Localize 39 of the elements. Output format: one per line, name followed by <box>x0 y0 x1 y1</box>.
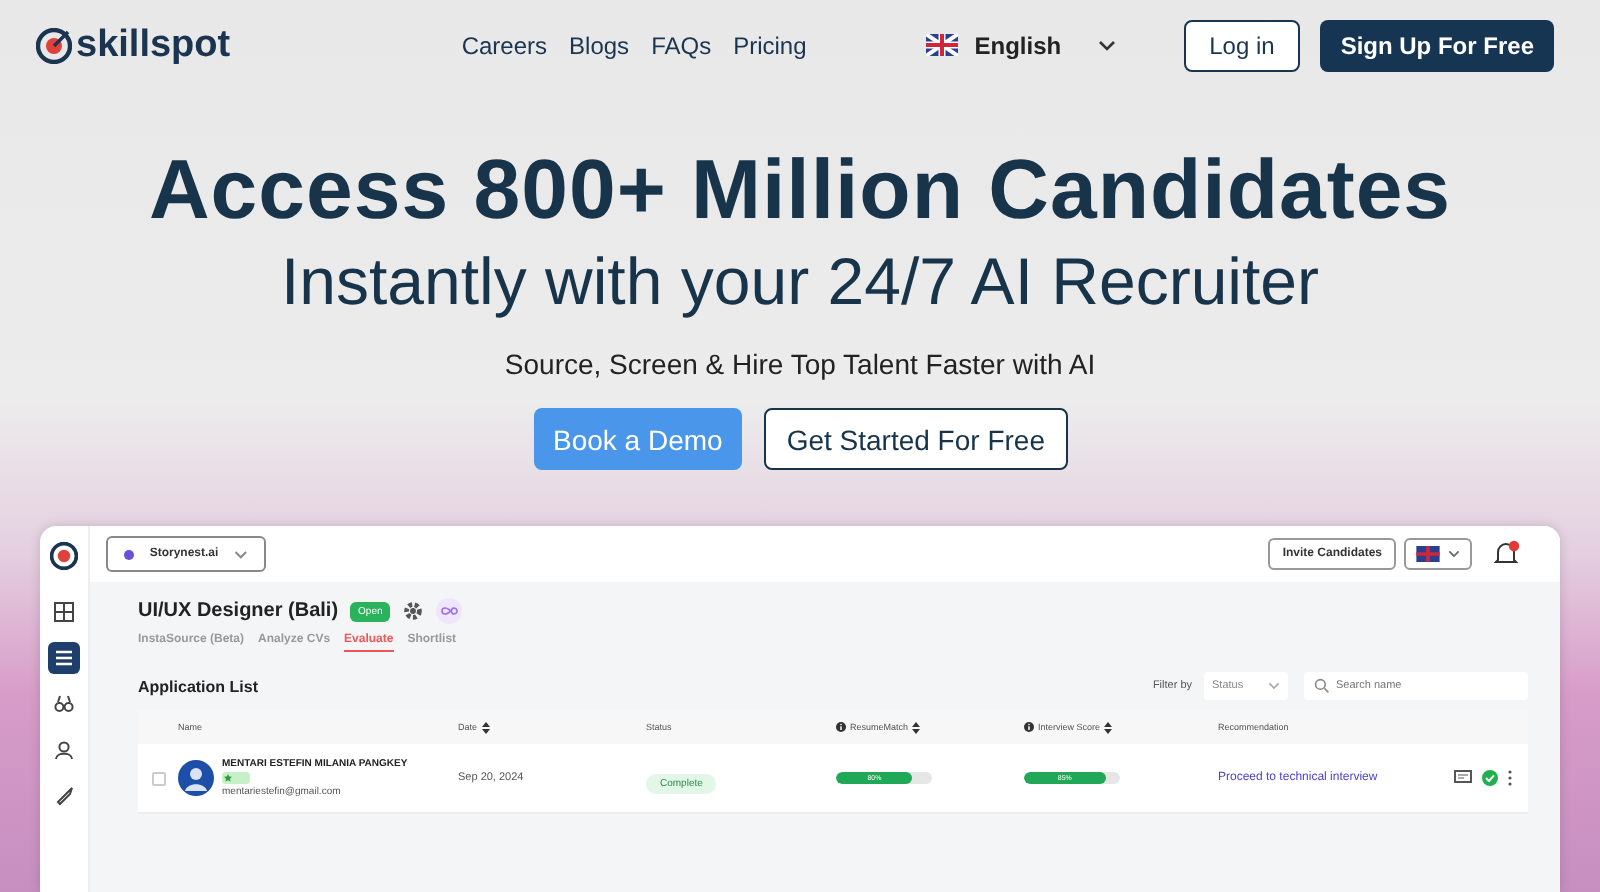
info-icon <box>836 722 846 732</box>
target-logo-icon <box>50 542 78 570</box>
info-icon <box>1024 722 1034 732</box>
sort-icon[interactable] <box>1104 721 1113 733</box>
brand-name[interactable]: skillspot <box>76 23 231 67</box>
chat-icon[interactable] <box>1454 770 1472 786</box>
login-button[interactable]: Log in <box>1183 19 1301 71</box>
avatar-icon <box>178 760 214 796</box>
flag-icon <box>1416 546 1440 562</box>
target-logo-icon <box>36 27 72 63</box>
signup-button[interactable]: Sign Up For Free <box>1320 19 1554 71</box>
sort-icon[interactable] <box>912 721 921 733</box>
language-select[interactable] <box>1404 538 1472 570</box>
list-title: Application List <box>138 677 258 695</box>
language-label[interactable]: English <box>974 31 1062 59</box>
settings-icon[interactable] <box>402 600 425 622</box>
hero-subtitle: Instantly with your 24/7 AI Recruiter <box>280 242 1320 322</box>
chevron-down-icon <box>1448 550 1460 558</box>
chevron-down-icon[interactable] <box>1097 39 1116 51</box>
nav-link[interactable]: Pricing <box>733 31 807 59</box>
nav-link[interactable]: Careers <box>461 31 548 59</box>
chevron-down-icon <box>1268 682 1280 690</box>
row-checkbox[interactable] <box>152 771 166 785</box>
nav-link[interactable]: Blogs <box>569 31 630 59</box>
grid-icon[interactable] <box>48 596 80 628</box>
job-title: UI/UX Designer (Bali) <box>138 600 339 622</box>
nav-link[interactable]: FAQs <box>651 31 712 59</box>
hero-title: Access 800+ Million Candidates <box>148 140 1452 240</box>
search-icon <box>1314 678 1330 694</box>
bell-icon[interactable] <box>1492 540 1520 568</box>
star-tag-icon <box>222 772 250 784</box>
flag-icon <box>926 34 959 56</box>
infinity-icon[interactable] <box>436 598 463 624</box>
check-circle-icon[interactable] <box>1482 770 1498 786</box>
chevron-down-icon <box>234 549 248 559</box>
sort-icon[interactable] <box>481 721 490 733</box>
get-started-button[interactable]: Get Started For Free <box>764 408 1067 470</box>
list-icon[interactable] <box>48 642 80 674</box>
hero-tagline: Source, Screen & Hire Top Talent Faster with AI <box>504 348 1096 380</box>
